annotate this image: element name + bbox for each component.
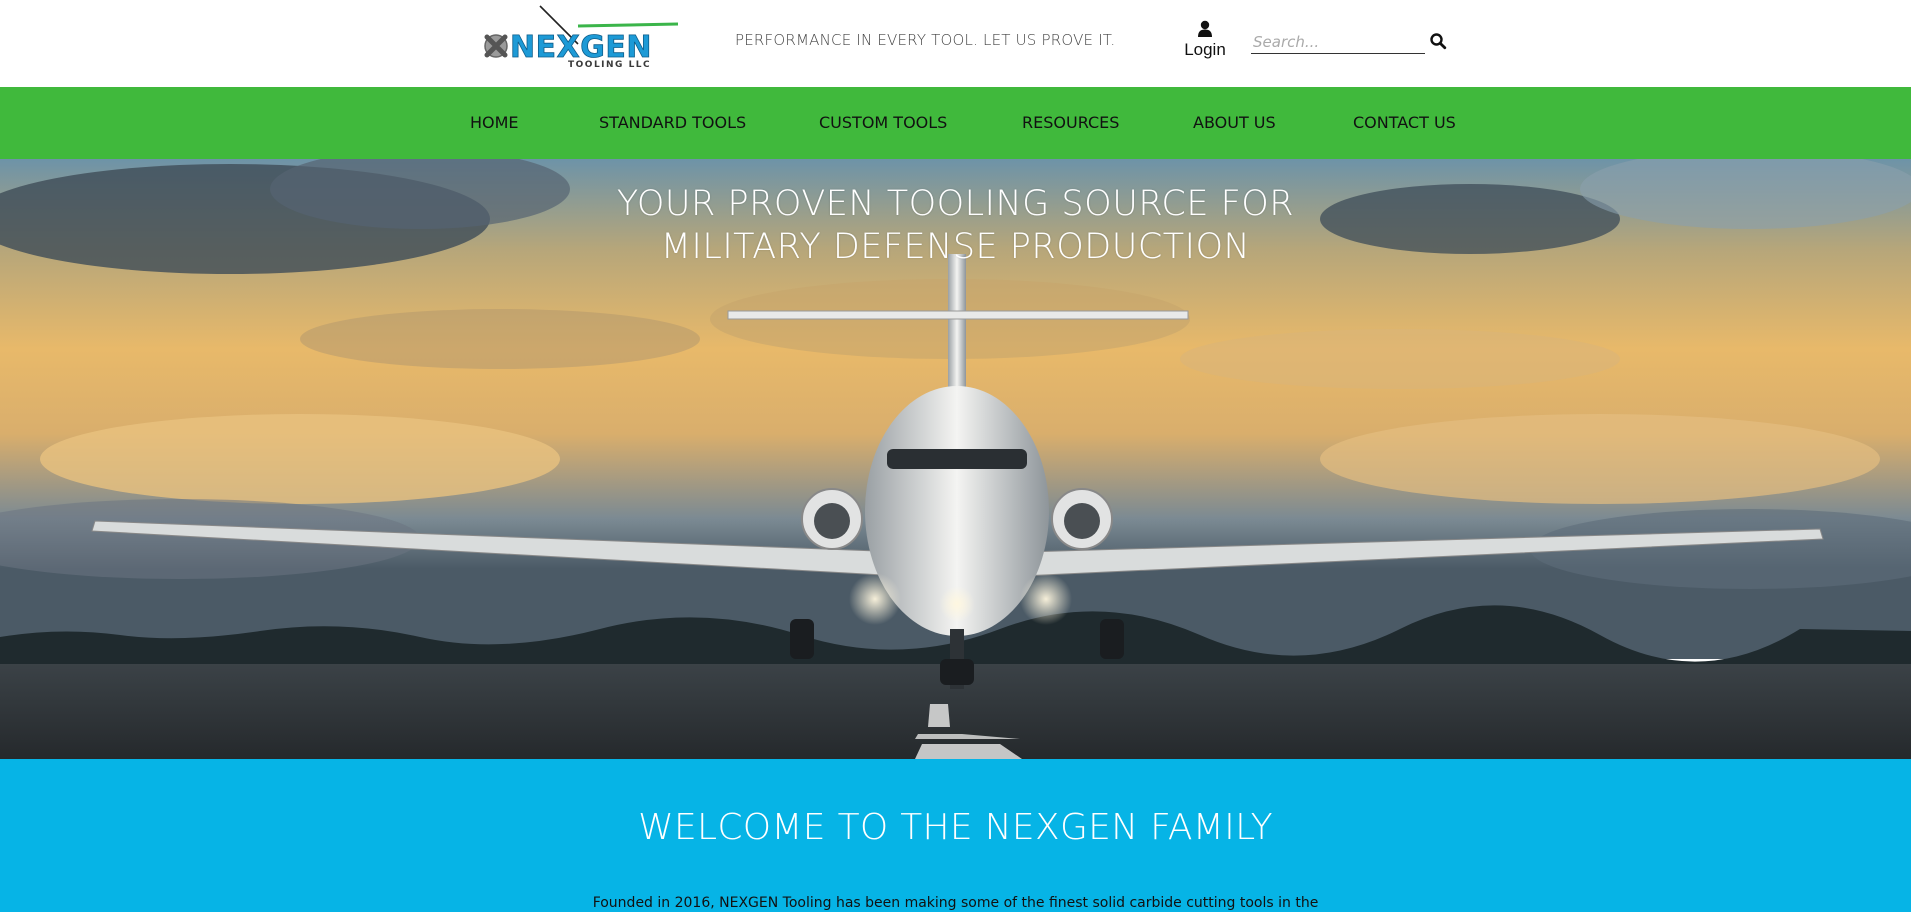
hero-title-line-2: MILITARY DEFENSE PRODUCTION bbox=[660, 227, 1251, 267]
nexgen-logo[interactable]: NEXGEN TOOLING LLC bbox=[482, 4, 682, 70]
nav-item-custom-tools[interactable]: CUSTOM TOOLS bbox=[819, 87, 947, 159]
welcome-section: WELCOME TO THE NEXGEN FAMILY Founded in … bbox=[0, 759, 1911, 912]
logo-subtitle: TOOLING LLC bbox=[568, 60, 651, 70]
nav-item-contact-us[interactable]: CONTACT US bbox=[1353, 87, 1456, 159]
logo-x-mark bbox=[484, 34, 508, 58]
nav-item-resources[interactable]: RESOURCES bbox=[1022, 87, 1119, 159]
hero-banner: YOUR PROVEN TOOLING SOURCE FOR MILITARY … bbox=[0, 159, 1911, 759]
welcome-title: WELCOME TO THE NEXGEN FAMILY bbox=[638, 807, 1273, 848]
login-label: Login bbox=[1184, 40, 1226, 59]
hero-title: YOUR PROVEN TOOLING SOURCE FOR MILITARY … bbox=[0, 183, 1911, 269]
nav-item-home[interactable]: HOME bbox=[470, 87, 519, 159]
search-input[interactable] bbox=[1251, 31, 1425, 54]
nav-item-about-us[interactable]: ABOUT US bbox=[1193, 87, 1276, 159]
login-link[interactable]: Login bbox=[1178, 20, 1232, 60]
welcome-text: Founded in 2016, NEXGEN Tooling has been… bbox=[592, 895, 1319, 911]
main-nav: HOME STANDARD TOOLS CUSTOM TOOLS RESOURC… bbox=[0, 87, 1911, 159]
search-button[interactable] bbox=[1429, 32, 1447, 50]
search-icon bbox=[1430, 33, 1447, 50]
site-header: NEXGEN TOOLING LLC PERFORMANCE IN EVERY … bbox=[0, 0, 1911, 87]
hero-title-line-1: YOUR PROVEN TOOLING SOURCE FOR bbox=[616, 184, 1295, 224]
user-icon bbox=[1198, 20, 1212, 37]
nav-item-standard-tools[interactable]: STANDARD TOOLS bbox=[599, 87, 746, 159]
header-tagline: PERFORMANCE IN EVERY TOOL. LET US PROVE … bbox=[735, 31, 1116, 49]
